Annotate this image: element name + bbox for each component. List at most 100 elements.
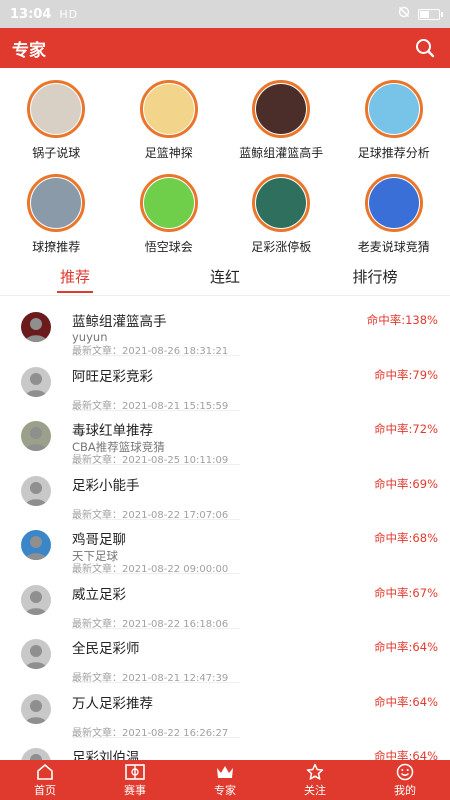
avatar-image (143, 178, 194, 228)
expert-name: 阿旺足彩竞彩 (72, 368, 153, 385)
expert-avatar (27, 80, 86, 138)
tab-bar: 推荐 连红 排行榜 (0, 258, 450, 296)
list-item[interactable]: 万人足彩推荐 最新文章：2021-08-22 16:26:27 命中率:64% (0, 682, 450, 739)
expert-list: 蓝鲸组灌篮高手 yuyun 最新文章：2021-08-26 18:31:21 命中率:… (0, 300, 450, 760)
avatar (21, 748, 51, 760)
expert-name: 全民足彩师 (72, 641, 140, 657)
list-item[interactable]: 毒球红单推荐 CBA推荐篮球竞猜 最新文章：2021-08-25 10:11:09 命… (0, 409, 450, 466)
avatar-image (143, 84, 194, 134)
tab-label: 连红 (209, 268, 240, 286)
status-bar: 13:04 HD (0, 0, 450, 28)
expert-name: 蓝鲸组灌篮高手 (239, 146, 324, 160)
nav-label: 专家 (214, 783, 236, 797)
expert-avatar (139, 174, 198, 232)
expert-grid: 锅子说球 足篮神探 蓝鲸组灌篮高手 足球推荐分析球撩推荐 悟空球会 足彩涨停板 老麦说球竞猜 (0, 68, 450, 256)
avatar-image (256, 178, 307, 228)
crown-icon (215, 763, 235, 781)
star-icon (305, 763, 325, 781)
expert-avatar (252, 80, 311, 138)
expert-avatar (364, 174, 423, 232)
avatar-image (31, 84, 82, 134)
list-item[interactable]: 足彩刘伯温 命中率:64% (0, 736, 450, 760)
expert-grid-item[interactable]: 足篮神探 (113, 68, 226, 162)
expert-name: 蓝鲸组灌篮高手 (72, 314, 167, 330)
tab-underline (57, 291, 93, 293)
nav-item-2[interactable]: 专家 (180, 760, 270, 800)
battery-icon (418, 8, 443, 20)
expert-avatar (364, 80, 423, 138)
hit-rate: 命中率:138% (366, 313, 438, 327)
list-item[interactable]: 鸡哥足聊 天下足球 最新文章：2021-08-22 09:00:00 命中率:68% (0, 518, 450, 575)
hit-rate: 命中率:67% (374, 585, 438, 600)
avatar (21, 639, 51, 669)
expert-name: 锅子说球 (32, 146, 81, 160)
tab-2[interactable]: 排行榜 (300, 258, 450, 295)
avatar (21, 584, 51, 615)
expert-name: 球撩推荐 (32, 240, 81, 254)
status-time: 13:04 (10, 6, 52, 22)
list-item[interactable]: 全民足彩师 最新文章：2021-08-21 12:47:39 命中率:64% (0, 627, 450, 684)
hit-rate: 命中率:79% (374, 367, 438, 382)
nav-label: 赛事 (124, 783, 146, 797)
hit-rate: 命中率:64% (374, 640, 438, 654)
expert-name: 威立足彩 (72, 586, 126, 603)
search-icon[interactable] (412, 35, 438, 61)
expert-name: 万人足彩推荐 (72, 695, 153, 712)
nav-item-1[interactable]: 赛事 (90, 760, 180, 800)
avatar-image (368, 178, 419, 228)
tab-0[interactable]: 推荐 (0, 258, 150, 295)
avatar-image (368, 84, 419, 134)
header: 专家 (0, 28, 450, 68)
nav-label: 首页 (34, 783, 56, 797)
nav-item-3[interactable]: 关注 (270, 760, 360, 800)
expert-grid-item[interactable]: 老麦说球竞猜 (338, 162, 450, 256)
expert-grid-item[interactable]: 球撩推荐 (0, 162, 113, 256)
bottom-nav: 首页 赛事 专家 关注 我的 (0, 760, 450, 800)
expert-grid-item[interactable]: 足彩涨停板 (225, 162, 338, 256)
hit-rate: 命中率:64% (374, 694, 438, 709)
expert-avatar (252, 174, 311, 232)
match-icon (125, 763, 145, 781)
nav-label: 关注 (304, 783, 326, 797)
smiley-icon (395, 763, 415, 781)
status-signal: HD (59, 7, 79, 21)
expert-name: 老麦说球竞猜 (357, 240, 430, 254)
expert-grid-item[interactable]: 锅子说球 (0, 68, 113, 162)
tab-1[interactable]: 连红 (150, 258, 300, 295)
expert-name: 足球推荐分析 (357, 146, 430, 160)
avatar (21, 421, 51, 451)
expert-name: 足篮神探 (144, 146, 193, 160)
expert-name: 悟空球会 (144, 240, 193, 254)
expert-avatar (139, 80, 198, 138)
expert-name: 足彩小能手 (72, 477, 140, 494)
expert-name: 足彩涨停板 (251, 240, 312, 254)
expert-grid-item[interactable]: 悟空球会 (113, 162, 226, 256)
hit-rate: 命中率:64% (374, 749, 438, 760)
expert-name: 毒球红单推荐 (72, 423, 153, 439)
list-item[interactable]: 足彩小能手 最新文章：2021-08-22 17:07:06 命中率:69% (0, 464, 450, 521)
list-item[interactable]: 阿旺足彩竞彩 最新文章：2021-08-21 15:15:59 命中率:79% (0, 355, 450, 412)
avatar (21, 366, 51, 397)
avatar (21, 312, 51, 342)
status-right (398, 6, 443, 22)
expert-grid-item[interactable]: 蓝鲸组灌篮高手 (225, 68, 338, 162)
hit-rate: 命中率:69% (374, 476, 438, 491)
list-item[interactable]: 蓝鲸组灌篮高手 yuyun 最新文章：2021-08-26 18:31:21 命中率:… (0, 300, 450, 357)
list-item[interactable]: 威立足彩 最新文章：2021-08-22 16:18:06 命中率:67% (0, 573, 450, 630)
avatar (21, 475, 51, 506)
hit-rate: 命中率:72% (374, 422, 438, 436)
tab-label: 推荐 (59, 268, 90, 286)
nav-item-0[interactable]: 首页 (0, 760, 90, 800)
tab-label: 排行榜 (352, 268, 398, 286)
avatar-image (31, 178, 82, 228)
expert-grid-item[interactable]: 足球推荐分析 (338, 68, 450, 162)
expert-name: 足彩刘伯温 (72, 750, 140, 760)
expert-avatar (27, 174, 86, 232)
avatar (21, 693, 51, 724)
home-icon (35, 763, 55, 781)
avatar (21, 530, 51, 560)
mute-icon (398, 6, 410, 22)
expert-name: 鸡哥足聊 (72, 532, 126, 548)
nav-item-4[interactable]: 我的 (360, 760, 450, 800)
nav-label: 我的 (394, 783, 416, 797)
